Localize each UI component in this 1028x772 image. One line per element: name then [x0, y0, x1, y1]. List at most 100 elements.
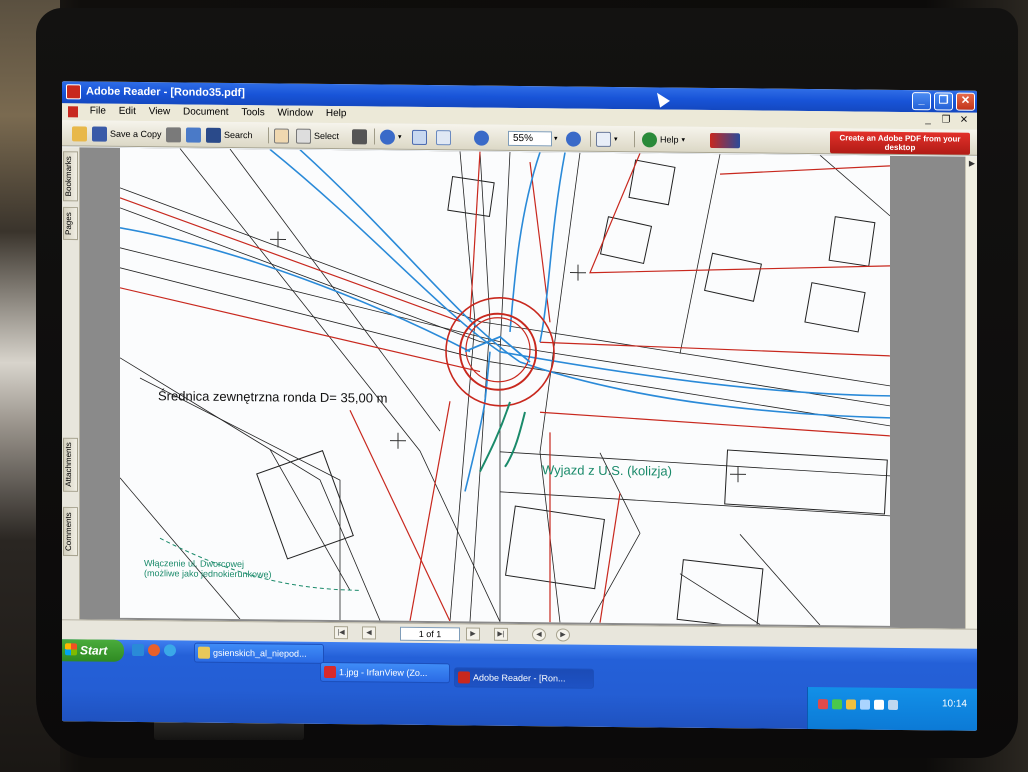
- doc-close-icon[interactable]: ✕: [957, 115, 971, 128]
- scroll-up-icon[interactable]: ▶: [967, 159, 977, 169]
- windows-logo-icon: [65, 643, 77, 656]
- chevron-down-icon: ▾: [614, 135, 618, 144]
- adobe-logo-button[interactable]: [710, 131, 743, 149]
- rotate-button[interactable]: ▾: [596, 130, 618, 148]
- doc-minimize-icon[interactable]: _: [921, 114, 935, 127]
- hand-tool-button[interactable]: [274, 126, 292, 144]
- menu-view[interactable]: View: [144, 104, 176, 119]
- rotate-icon: [596, 131, 611, 147]
- chevron-down-icon: ▾: [554, 135, 558, 143]
- task-adobe-reader[interactable]: Adobe Reader - [Ron...: [454, 667, 594, 689]
- tab-bookmarks[interactable]: Bookmarks: [63, 151, 78, 202]
- go-forward-button[interactable]: ▶: [556, 628, 570, 642]
- select-label: Select: [314, 130, 340, 142]
- save-icon: [92, 126, 107, 142]
- zoom-in-button[interactable]: [566, 129, 584, 147]
- cadastral-lines: [120, 148, 890, 626]
- select-tool-button[interactable]: Select: [296, 127, 339, 145]
- wifi-icon[interactable]: [860, 699, 870, 710]
- zoom-tool-button[interactable]: ▾: [380, 128, 402, 146]
- actual-size-button[interactable]: [412, 128, 430, 146]
- menu-file[interactable]: File: [85, 103, 111, 118]
- exit-annotation: Wyjazd z U.S. (kolizja): [542, 462, 672, 479]
- fit-page-icon: [436, 129, 451, 145]
- task-irfanview[interactable]: 1.jpg - IrfanView (Zo...: [320, 661, 450, 684]
- zoom-in-icon: [566, 130, 581, 147]
- print-icon: [166, 126, 181, 142]
- toolbar-separator: [374, 128, 375, 145]
- actual-size-icon: [412, 129, 427, 145]
- update-icon[interactable]: [846, 699, 856, 710]
- help-button[interactable]: Help ▾: [642, 130, 685, 148]
- fit-page-button[interactable]: [436, 128, 454, 146]
- zoom-dropdown[interactable]: ▾: [554, 129, 558, 147]
- zoom-out-button[interactable]: [474, 129, 492, 147]
- chevron-down-icon: ▾: [398, 133, 402, 141]
- tab-pages[interactable]: Pages: [63, 207, 78, 241]
- search-button[interactable]: Search: [206, 126, 253, 144]
- vertical-scrollbar[interactable]: ▶: [965, 156, 977, 629]
- open-button[interactable]: [72, 124, 90, 142]
- tab-attachments[interactable]: Attachments: [63, 437, 78, 492]
- print-button[interactable]: [166, 125, 184, 143]
- junction-annotation-2: (możliwe jako jednokierunkowe): [144, 568, 272, 580]
- site-plan-drawing: [120, 148, 890, 626]
- magnifier-icon: [380, 129, 395, 145]
- adobe-reader-icon: [66, 84, 81, 100]
- search-label: Search: [224, 129, 253, 141]
- previous-page-button[interactable]: ◀: [362, 626, 376, 640]
- maximize-button[interactable]: ❐: [934, 92, 953, 111]
- green-exit-line: [479, 401, 526, 473]
- zoom-input[interactable]: 55%: [508, 130, 552, 147]
- diameter-annotation: Średnica zewnętrzna ronda D= 35,00 m: [158, 388, 388, 406]
- task-folder-label: gsienskich_al_niepod...: [213, 647, 307, 659]
- volume-icon[interactable]: [888, 699, 898, 710]
- blue-utility-lines: [120, 148, 890, 492]
- create-pdf-promo-button[interactable]: Create an Adobe PDF from your desktop: [830, 131, 970, 155]
- menu-edit[interactable]: Edit: [114, 104, 141, 119]
- internet-explorer-icon[interactable]: [164, 644, 176, 657]
- snapshot-button[interactable]: [352, 127, 370, 145]
- adobe-reader-icon: [458, 671, 470, 684]
- toolbar-separator: [634, 131, 635, 148]
- page-indicator[interactable]: 1 of 1: [400, 626, 460, 642]
- next-page-button[interactable]: ▶: [466, 627, 480, 641]
- show-desktop-icon[interactable]: [132, 643, 144, 657]
- taskbar: Start gsienskich_al_niepod... 1.jpg - Ir…: [62, 639, 977, 731]
- network-icon[interactable]: [818, 699, 828, 710]
- adobe-logo-icon: [710, 132, 740, 148]
- hand-icon: [274, 127, 289, 144]
- start-label: Start: [80, 643, 108, 658]
- close-button[interactable]: ✕: [956, 92, 975, 111]
- binoculars-icon: [206, 127, 221, 143]
- document-area[interactable]: Średnica zewnętrzna ronda D= 35,00 m Wyj…: [80, 147, 965, 629]
- security-icon[interactable]: [832, 699, 842, 710]
- task-adobe-label: Adobe Reader - [Ron...: [473, 672, 566, 684]
- go-back-button[interactable]: ◀: [532, 628, 546, 642]
- task-folder[interactable]: gsienskich_al_niepod...: [194, 642, 324, 664]
- red-boundary-lines: [120, 151, 890, 623]
- start-button[interactable]: Start: [62, 639, 124, 662]
- save-copy-button[interactable]: Save a Copy: [92, 125, 162, 144]
- first-page-button[interactable]: |◀: [334, 626, 348, 640]
- zoom-out-icon: [474, 130, 489, 146]
- browser-icon[interactable]: [148, 644, 160, 657]
- irfanview-icon: [324, 665, 336, 679]
- last-page-button[interactable]: ▶|: [494, 627, 508, 641]
- bluetooth-icon[interactable]: [874, 699, 884, 710]
- system-tray: 10:14: [807, 687, 977, 731]
- email-icon: [186, 127, 201, 143]
- menu-help[interactable]: Help: [321, 106, 352, 121]
- task-irfanview-label: 1.jpg - IrfanView (Zo...: [339, 667, 428, 679]
- toolbar-separator: [268, 127, 269, 144]
- minimize-button[interactable]: _: [912, 92, 931, 111]
- email-button[interactable]: [186, 126, 204, 144]
- save-copy-label: Save a Copy: [110, 128, 162, 140]
- menu-tools[interactable]: Tools: [236, 105, 269, 120]
- navigation-pane: Bookmarks Pages Attachments Comments: [62, 147, 80, 620]
- document-icon: [68, 106, 78, 118]
- menu-document[interactable]: Document: [178, 104, 234, 120]
- doc-restore-icon[interactable]: ❐: [939, 114, 953, 127]
- tab-comments[interactable]: Comments: [63, 507, 78, 557]
- menu-window[interactable]: Window: [272, 105, 318, 120]
